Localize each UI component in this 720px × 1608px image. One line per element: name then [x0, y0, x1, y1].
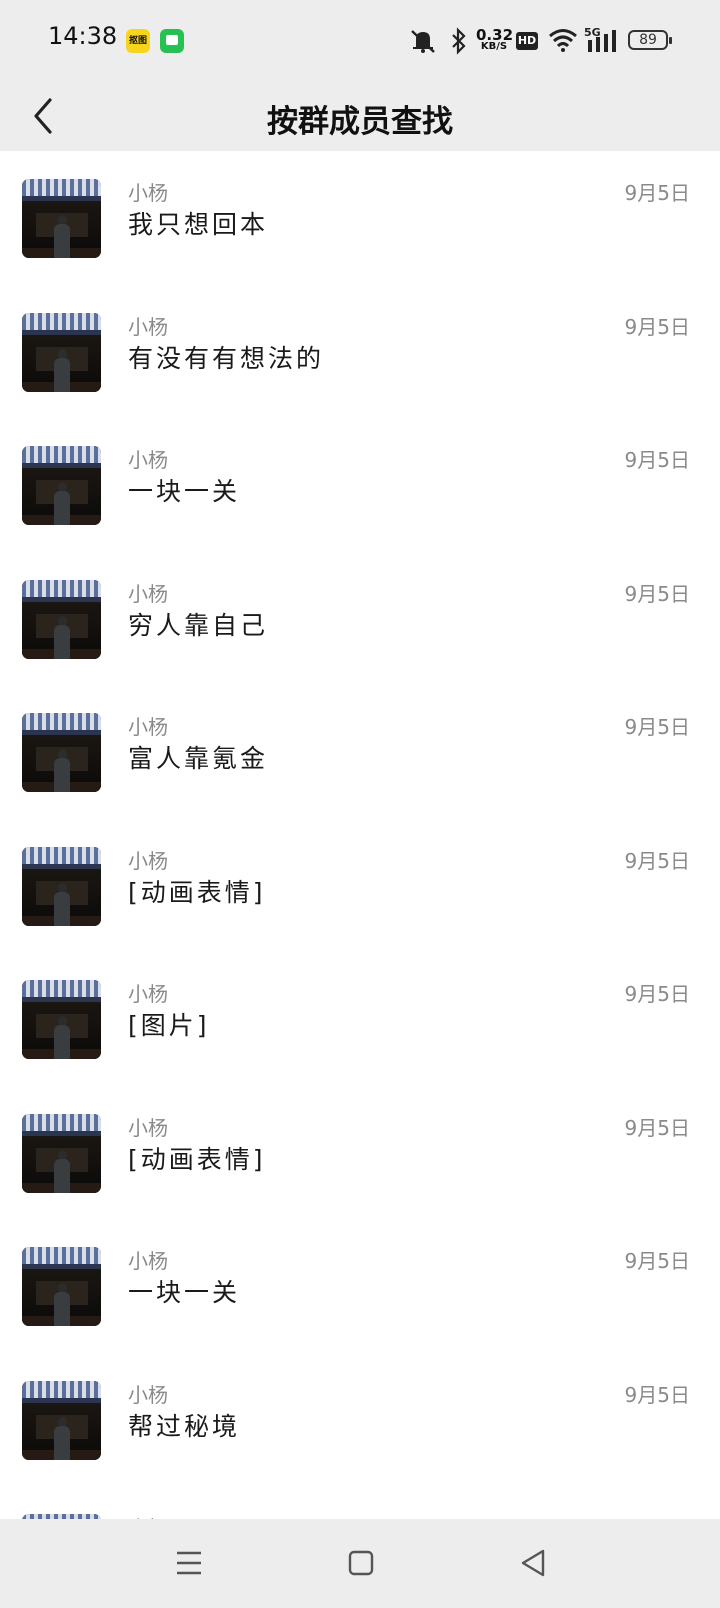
- home-square-icon: [348, 1550, 374, 1576]
- message-row[interactable]: 小杨 有没有有想法的 9月5日: [0, 285, 720, 419]
- status-time: 14:38: [48, 22, 118, 50]
- avatar[interactable]: [22, 980, 101, 1059]
- message-text: 帮过秘境: [128, 1411, 241, 1441]
- message-text: [动画表情]: [128, 877, 266, 907]
- avatar[interactable]: [22, 446, 101, 525]
- sender-name: 小杨: [128, 1512, 168, 1519]
- message-date: 9月5日: [624, 181, 690, 205]
- message-row[interactable]: 小杨 [图片] 9月5日: [0, 952, 720, 1086]
- message-text: 富人靠氪金: [128, 744, 269, 773]
- app-notification-icon: 抠图: [126, 29, 150, 53]
- menu-icon: [177, 1551, 201, 1575]
- avatar[interactable]: [22, 179, 101, 258]
- message-text: 有没有有想法的: [128, 343, 325, 373]
- avatar[interactable]: [22, 1380, 101, 1460]
- sender-name: 小杨: [128, 1382, 168, 1407]
- message-date: 9月5日: [624, 448, 690, 472]
- message-text: [图片]: [128, 1011, 210, 1040]
- sender-name: 小杨: [128, 1249, 168, 1273]
- message-text: [动画表情]: [128, 1144, 266, 1174]
- wifi-icon: [549, 29, 577, 52]
- back-triangle-icon: [521, 1549, 545, 1577]
- message-list[interactable]: 小杨 我只想回本 9月5日 小杨 有没有有想法的 9月5日 小杨 一块一关 9月…: [0, 151, 720, 1519]
- sender-name: 小杨: [128, 982, 168, 1006]
- hd-badge: HD: [516, 32, 538, 50]
- sender-name: 小杨: [128, 848, 168, 873]
- message-date: 9月5日: [625, 1512, 690, 1519]
- avatar[interactable]: [22, 713, 101, 792]
- message-row[interactable]: 小杨 穷人靠自己 9月5日: [0, 552, 720, 686]
- message-date: 9月5日: [624, 982, 690, 1006]
- sender-name: 小杨: [128, 314, 168, 339]
- sender-name: 小杨: [128, 448, 168, 472]
- status-bar: 14:38 抠图 0.32 KB/S HD 5G 89: [0, 0, 720, 78]
- back-nav-button[interactable]: [508, 1541, 558, 1585]
- network-speed: 0.32 KB/S: [476, 28, 513, 52]
- message-app-icon: [160, 29, 184, 53]
- home-button[interactable]: [336, 1541, 386, 1585]
- avatar[interactable]: [22, 579, 101, 659]
- message-row[interactable]: 小杨 富人靠氪金 9月5日: [0, 685, 720, 819]
- message-text: 穷人靠自己: [128, 610, 269, 640]
- sender-name: 小杨: [128, 581, 168, 606]
- message-row[interactable]: 小杨 帮过秘境 9月5日: [0, 1353, 720, 1487]
- message-date: 9月5日: [624, 581, 690, 606]
- message-date: 9月5日: [624, 715, 690, 739]
- message-row[interactable]: 小杨 [动画表情] 9月5日: [0, 1086, 720, 1220]
- recent-apps-button[interactable]: [164, 1541, 214, 1585]
- message-text: 一块一关: [128, 1278, 241, 1307]
- battery-icon: 89: [628, 30, 672, 50]
- bluetooth-icon: [452, 27, 466, 55]
- message-text: 一块一关: [128, 477, 241, 506]
- sender-name: 小杨: [128, 715, 168, 739]
- sender-name: 小杨: [128, 1115, 168, 1140]
- message-row[interactable]: 小杨 [动画表情] 9月5日: [0, 819, 720, 953]
- avatar[interactable]: [22, 1113, 101, 1193]
- message-date: 9月5日: [624, 314, 690, 339]
- page-title: 按群成员查找: [267, 104, 453, 140]
- signal-icon: [588, 30, 616, 52]
- system-nav-bar: [0, 1519, 720, 1608]
- speed-unit: KB/S: [480, 41, 508, 52]
- message-date: 9月5日: [624, 1115, 690, 1140]
- message-date: 9月5日: [624, 1382, 690, 1407]
- message-row[interactable]: 小杨 一块一关 9月5日: [0, 418, 720, 552]
- avatar[interactable]: [22, 846, 101, 926]
- message-row[interactable]: 小杨 我只想回本 9月5日: [0, 151, 720, 285]
- mute-bell-icon: [411, 30, 435, 53]
- avatar[interactable]: [22, 312, 101, 392]
- message-row[interactable]: 小杨 9月5日: [0, 1486, 720, 1519]
- message-date: 9月5日: [624, 1249, 690, 1273]
- header: 按群成员查找: [0, 78, 720, 151]
- message-row[interactable]: 小杨 一块一关 9月5日: [0, 1219, 720, 1353]
- sender-name: 小杨: [128, 181, 168, 205]
- message-text: 我只想回本: [128, 210, 269, 239]
- avatar[interactable]: [22, 1247, 101, 1326]
- message-date: 9月5日: [624, 848, 690, 873]
